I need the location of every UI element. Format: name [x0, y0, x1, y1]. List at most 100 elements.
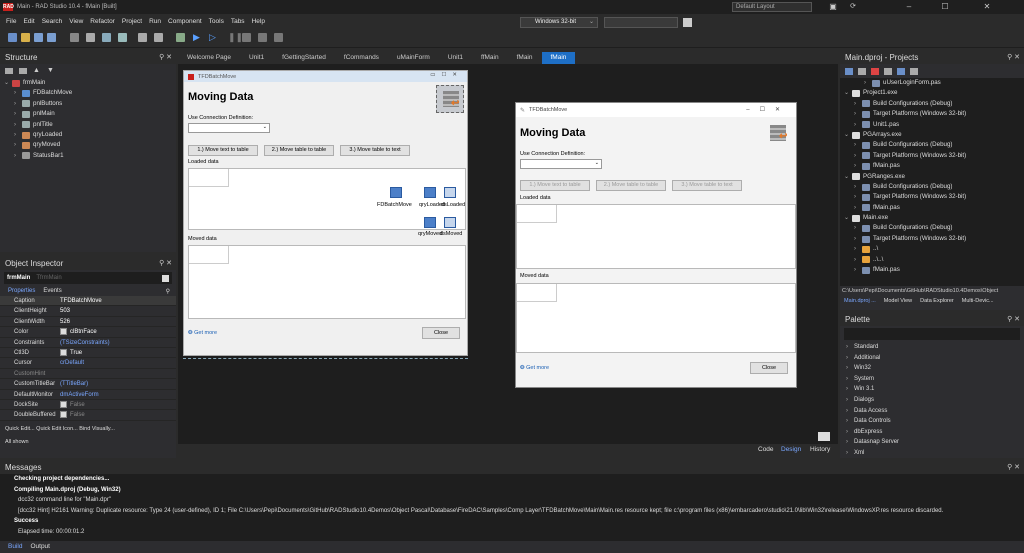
- project-tree-item[interactable]: ⌄ Project1.exe: [844, 88, 1024, 98]
- checkbox[interactable]: [60, 400, 67, 408]
- chevron-right-icon[interactable]: ›: [14, 130, 22, 140]
- chevron-right-icon[interactable]: ›: [14, 151, 22, 161]
- palette-category[interactable]: › Dialogs: [840, 395, 1024, 406]
- running-move-text-to-table-button[interactable]: 1.) Move text to table: [520, 180, 590, 191]
- property-value[interactable]: True: [60, 348, 176, 357]
- tab-unit1[interactable]: Unit1: [439, 52, 472, 64]
- project-tree-item[interactable]: › Build Configurations (Debug): [844, 140, 1024, 150]
- property-row[interactable]: ClientHeight 503: [0, 306, 176, 317]
- palette-category[interactable]: › Standard: [840, 342, 1024, 353]
- property-row[interactable]: DoubleBuffered False: [0, 410, 176, 421]
- property-row[interactable]: CustomHint: [0, 369, 176, 380]
- chevron-right-icon[interactable]: ›: [854, 161, 862, 171]
- menu-tabs[interactable]: Tabs: [231, 18, 245, 25]
- project-tree-item[interactable]: › Target Platforms (Windows 32-bit): [844, 192, 1024, 202]
- palette-category[interactable]: › System: [840, 374, 1024, 385]
- chevron-right-icon[interactable]: ›: [864, 78, 872, 88]
- tree-item[interactable]: › qryLoaded: [4, 130, 176, 140]
- palette-category[interactable]: › Additional: [840, 353, 1024, 364]
- tree-item[interactable]: › FDBatchMove: [4, 88, 176, 98]
- tab-code[interactable]: Code: [758, 446, 774, 453]
- property-value[interactable]: False: [60, 400, 176, 409]
- tab-ffmain[interactable]: ffMain: [472, 52, 508, 64]
- projects-tab[interactable]: Data Explorer: [916, 296, 958, 306]
- menu-component[interactable]: Component: [168, 18, 202, 25]
- property-value[interactable]: 503: [60, 306, 176, 315]
- dsloaded-icon[interactable]: [444, 187, 456, 198]
- tab-umainform[interactable]: uMainForm: [388, 52, 439, 64]
- tab-fmain[interactable]: fMain: [541, 52, 576, 64]
- close-button[interactable]: ✕: [972, 0, 1002, 14]
- checkbox[interactable]: [60, 348, 67, 356]
- project-tree-item[interactable]: › Target Platforms (Windows 32-bit): [844, 234, 1024, 244]
- project-tree-item[interactable]: › Target Platforms (Windows 32-bit): [844, 109, 1024, 119]
- project-tree-item[interactable]: › fMain.pas: [844, 161, 1024, 171]
- collapse-icon[interactable]: [5, 68, 13, 74]
- property-value[interactable]: clBtnFace: [60, 327, 176, 336]
- message-line[interactable]: Compiling Main.dproj (Debug, Win32): [6, 485, 1024, 496]
- remove-icon[interactable]: [871, 67, 879, 75]
- menu-tools[interactable]: Tools: [209, 18, 224, 25]
- trace-into-icon[interactable]: [274, 33, 283, 42]
- maximize-button[interactable]: ☐: [930, 0, 960, 14]
- run-icon[interactable]: ▶: [193, 33, 202, 42]
- search-icon[interactable]: ⚲: [166, 288, 170, 295]
- tab-unit1[interactable]: Unit1: [240, 52, 273, 64]
- projects-tab[interactable]: Main.dproj ...: [840, 296, 880, 306]
- project-tree-item[interactable]: › Target Platforms (Windows 32-bit): [844, 151, 1024, 161]
- menu-search[interactable]: Search: [42, 18, 63, 25]
- message-line[interactable]: Success: [6, 516, 1024, 527]
- chevron-right-icon[interactable]: ›: [14, 99, 22, 109]
- palette-category[interactable]: › dbExpress: [840, 427, 1024, 438]
- message-line[interactable]: dcc32 command line for "Main.dpr": [6, 495, 1024, 506]
- running-window-buttons[interactable]: –☐✕: [746, 106, 790, 113]
- pin-icon[interactable]: ⚲ ✕: [159, 52, 172, 64]
- property-value[interactable]: (TSizeConstraints): [60, 338, 176, 347]
- message-line[interactable]: Checking project dependencies...: [6, 474, 1024, 485]
- tab-fmain[interactable]: fMain: [508, 52, 542, 64]
- add-file-icon[interactable]: [102, 33, 111, 42]
- message-line[interactable]: Elapsed time: 00:00:01.2: [6, 527, 1024, 538]
- chevron-right-icon[interactable]: ›: [854, 244, 862, 254]
- config-select[interactable]: [604, 17, 678, 28]
- pin-icon[interactable]: ⚲ ✕: [1007, 52, 1020, 64]
- expand-icon[interactable]: [910, 67, 918, 75]
- tab-fgettingstarted[interactable]: fGettingStarted: [273, 52, 335, 64]
- property-value[interactable]: TFDBatchMove: [60, 296, 176, 305]
- connection-dropdown[interactable]: ⌄: [188, 123, 270, 133]
- sync-icon[interactable]: [845, 67, 853, 75]
- tab-properties[interactable]: Properties: [8, 288, 35, 294]
- projects-tab[interactable]: Multi-Devic...: [958, 296, 998, 306]
- pin-icon[interactable]: ⚲ ✕: [1007, 462, 1020, 474]
- build-icon[interactable]: [884, 67, 892, 75]
- running-move-table-to-text-button[interactable]: 3.) Move table to text: [672, 180, 742, 191]
- moved-data-grid[interactable]: [188, 245, 466, 319]
- tab-welcome-page[interactable]: Welcome Page: [178, 52, 240, 64]
- tree-item[interactable]: ⌄ frmMain: [4, 78, 176, 88]
- new-form-icon[interactable]: [176, 33, 185, 42]
- new-icon[interactable]: [8, 33, 17, 42]
- chevron-right-icon[interactable]: ›: [14, 140, 22, 150]
- running-connection-dropdown[interactable]: ⌄: [520, 159, 602, 169]
- message-line[interactable]: [dcc32 Hint] H2161 Warning: Duplicate re…: [6, 506, 1024, 517]
- tab-output[interactable]: Output: [30, 541, 50, 552]
- chevron-right-icon[interactable]: ⌄: [4, 78, 12, 88]
- chevron-right-icon[interactable]: ⌄: [844, 130, 852, 140]
- menu-view[interactable]: View: [69, 18, 83, 25]
- running-form[interactable]: ✎ TFDBatchMove –☐✕ Moving Data ↩ Use Con…: [515, 102, 797, 388]
- run-without-debug-icon[interactable]: ▷: [209, 33, 218, 42]
- pin-icon[interactable]: ⚲ ✕: [1007, 314, 1020, 326]
- up-arrow-icon[interactable]: ▲: [33, 67, 41, 74]
- tab-history[interactable]: History: [810, 446, 830, 453]
- view-unit-icon[interactable]: [154, 33, 163, 42]
- chevron-right-icon[interactable]: ›: [854, 140, 862, 150]
- project-tree-item[interactable]: ⌄ PGArrays.exe: [844, 130, 1024, 140]
- property-row[interactable]: DockSite False: [0, 400, 176, 411]
- tab-fcommands[interactable]: fCommands: [335, 52, 388, 64]
- view-icon[interactable]: [897, 67, 905, 75]
- color-swatch[interactable]: [60, 328, 67, 336]
- project-tree-item[interactable]: ⌄ Main.exe: [844, 213, 1024, 223]
- chevron-right-icon[interactable]: ›: [854, 234, 862, 244]
- tree-item[interactable]: › StatusBar1: [4, 151, 176, 161]
- property-value[interactable]: 526: [60, 317, 176, 326]
